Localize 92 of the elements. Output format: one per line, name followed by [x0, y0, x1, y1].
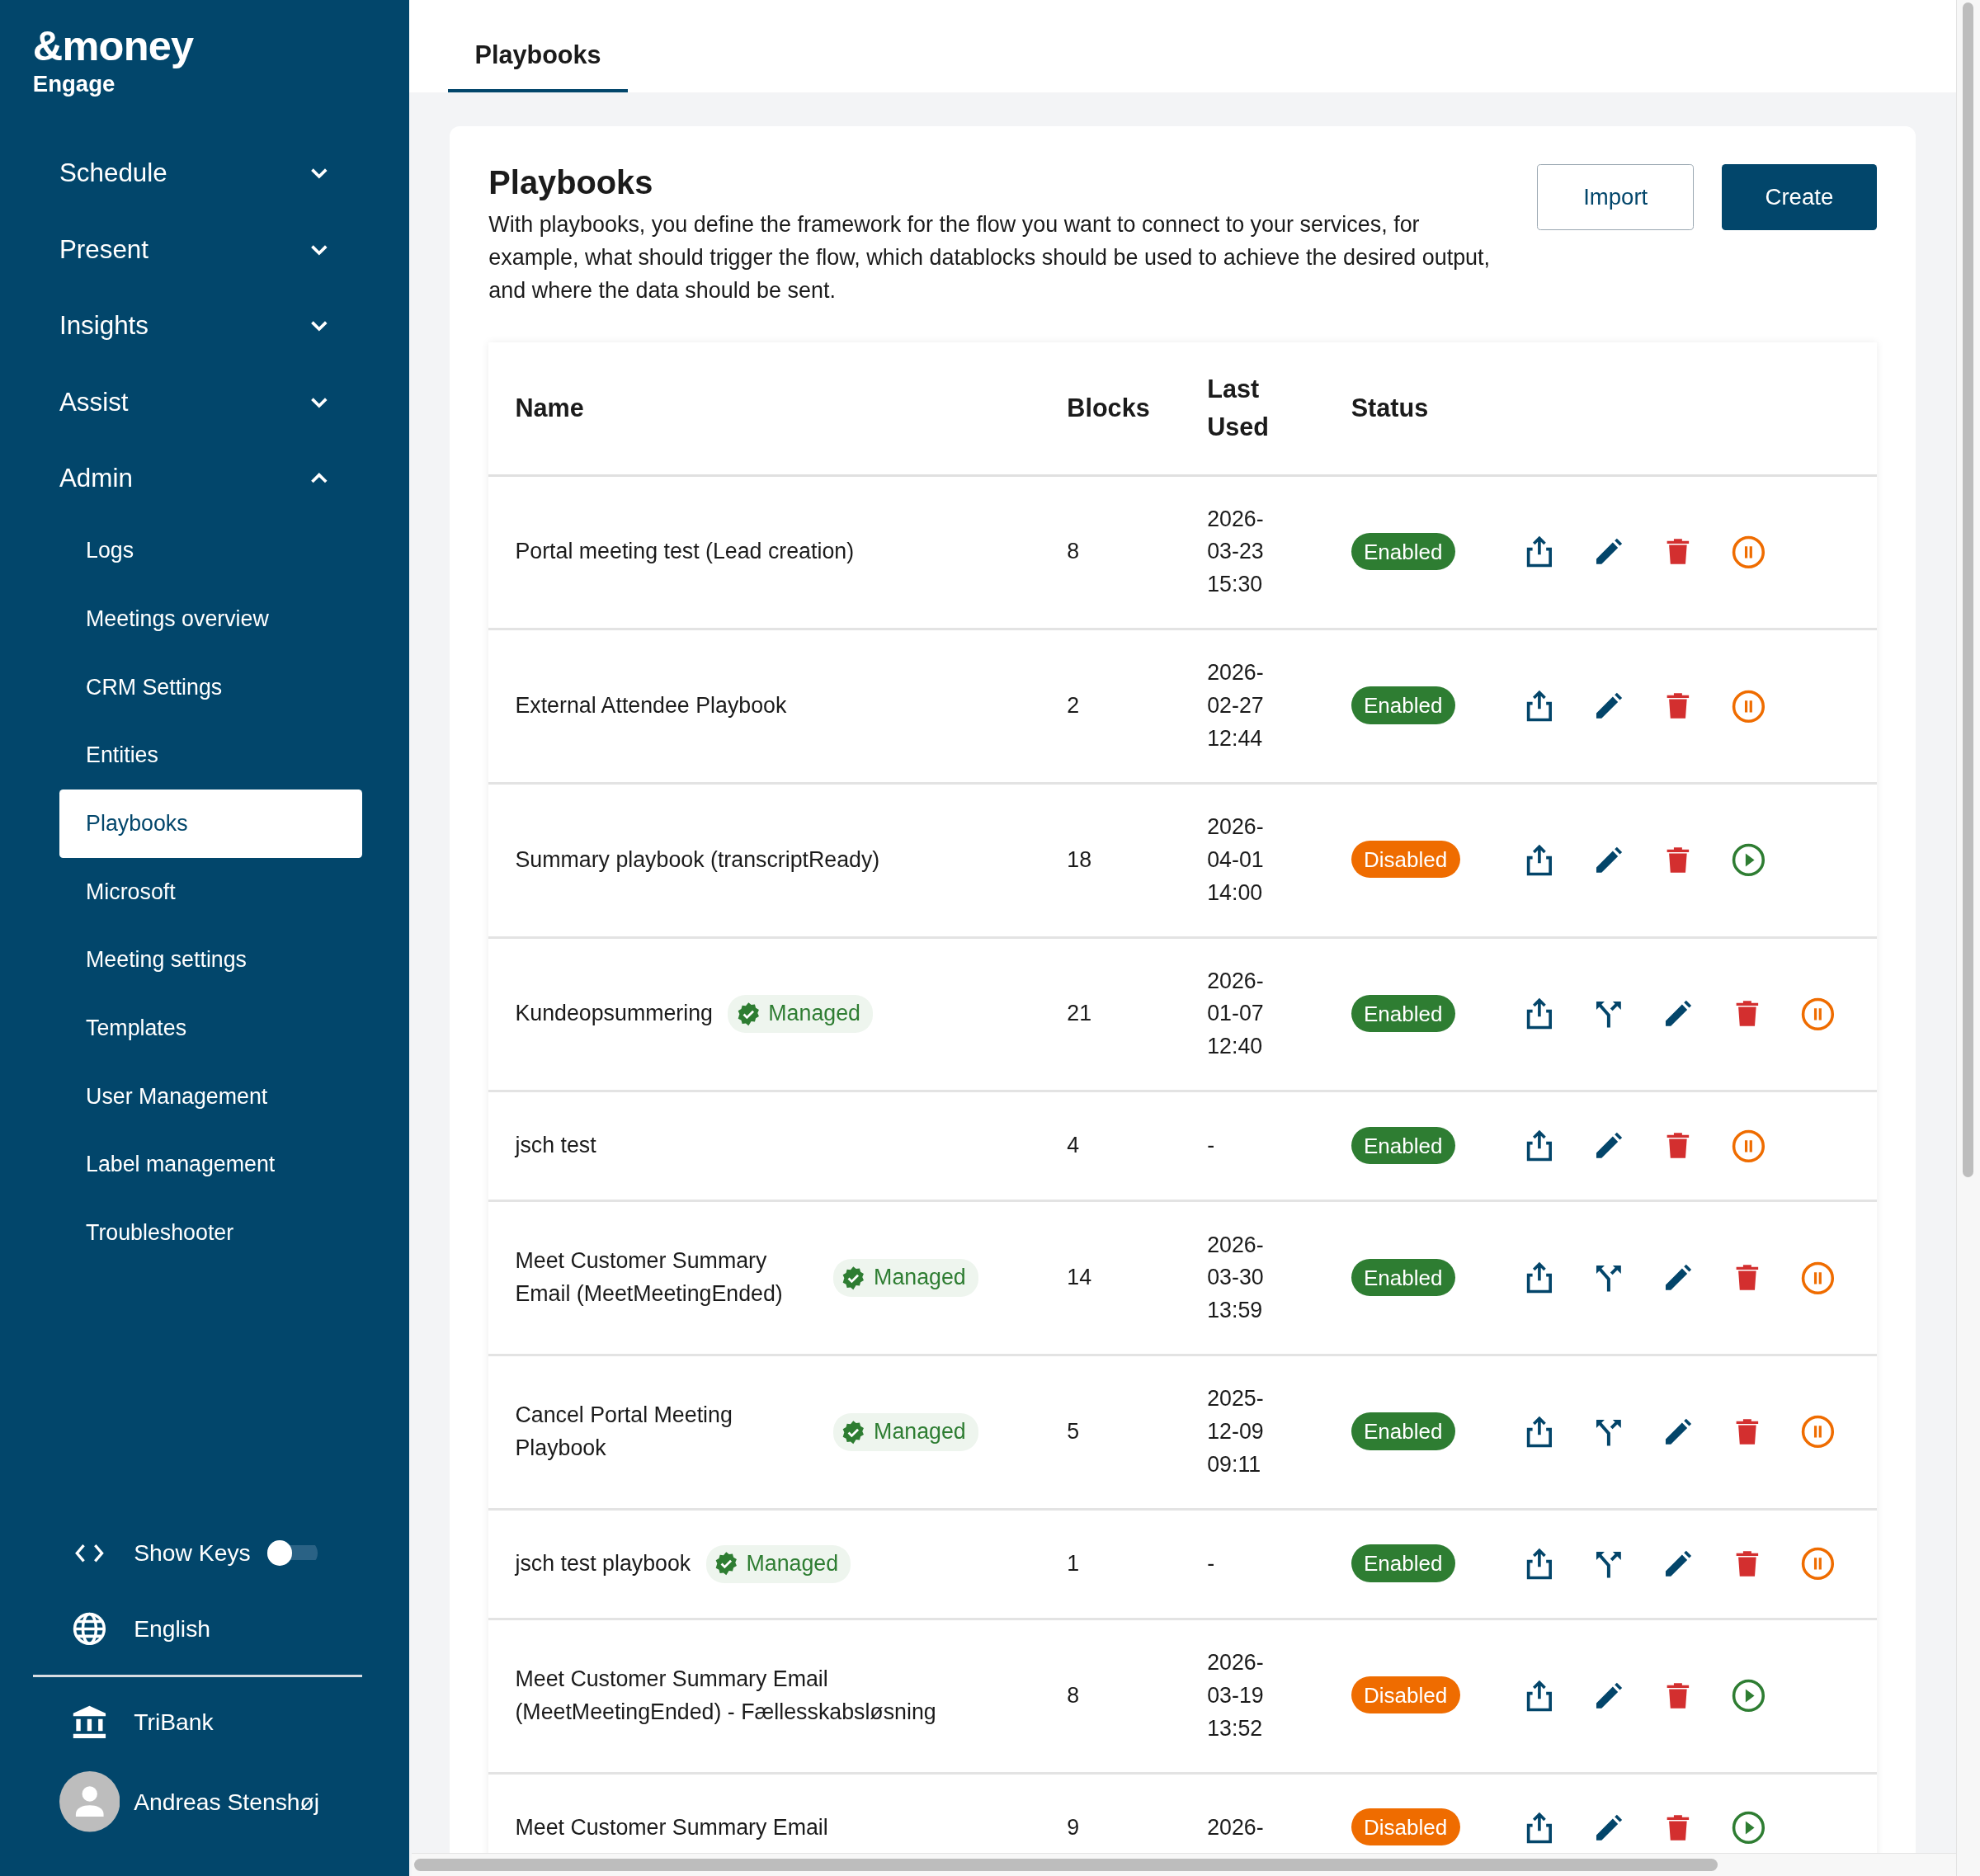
column-header: Name	[515, 393, 584, 422]
status-badge: Disabled	[1351, 1808, 1460, 1846]
managed-badge: Managed	[705, 1544, 851, 1583]
last-used-date: 2026-04-01 14:00	[1207, 813, 1265, 907]
playbook-name: Cancel Portal Meeting Playbook	[515, 1402, 733, 1462]
nav-section[interactable]: Schedule	[0, 134, 409, 212]
last-used-date: 2025-12-09 09:11	[1207, 1385, 1265, 1478]
pause-icon[interactable]	[1800, 1260, 1836, 1296]
nav-section[interactable]: Insights	[0, 287, 409, 365]
playbook-name: Meet Customer Summary Email	[515, 1813, 828, 1841]
playbook-name: jsch test playbook	[515, 1549, 691, 1577]
tab[interactable]: Playbooks	[448, 0, 628, 92]
play-icon[interactable]	[1731, 1678, 1767, 1714]
playbook-name: jsch test	[515, 1132, 596, 1160]
last-used-date: 2026-03-19 13:52	[1207, 1649, 1265, 1742]
logo: &money	[32, 22, 195, 68]
blocks-count: 9	[1067, 1814, 1080, 1840]
user-name: Andreas Stenshøj	[134, 1788, 320, 1816]
blocks-count: 14	[1067, 1265, 1092, 1290]
pause-icon[interactable]	[1731, 688, 1767, 724]
status-badge: Enabled	[1351, 1126, 1455, 1164]
nav-item[interactable]: Microsoft	[59, 857, 363, 926]
status-badge: Enabled	[1351, 686, 1455, 724]
play-icon[interactable]	[1731, 842, 1767, 879]
last-used-date: 2026-	[1207, 1813, 1265, 1841]
verified-icon	[841, 1419, 866, 1445]
managed-badge: Managed	[833, 1412, 979, 1451]
blocks-count: 1	[1067, 1550, 1080, 1576]
nav-section[interactable]: Admin	[0, 441, 409, 517]
last-used-date: 2026-03-23 15:30	[1207, 505, 1265, 599]
product-name: Engage	[32, 70, 116, 97]
horizontal-scrollbar[interactable]	[411, 1852, 1957, 1876]
blocks-count: 2	[1067, 693, 1080, 719]
pause-icon[interactable]	[1800, 996, 1836, 1032]
playbook-name: Portal meeting test (Lead creation)	[515, 538, 855, 566]
pause-icon[interactable]	[1800, 1414, 1836, 1450]
status-badge: Enabled	[1351, 532, 1455, 571]
nav-item[interactable]: Entities	[59, 721, 363, 790]
nav-section[interactable]: Present	[0, 211, 409, 288]
nav-item[interactable]: Playbooks	[59, 790, 363, 858]
blocks-count: 8	[1067, 1682, 1080, 1708]
pause-icon[interactable]	[1800, 1546, 1836, 1582]
managed-badge: Managed	[833, 1259, 979, 1298]
nav-item[interactable]: Logs	[59, 516, 363, 586]
playbook-name: Meet Customer Summary Email (MeetMeetingEnded) - Fællesskabsløsning	[515, 1665, 937, 1726]
column-header: Blocks	[1067, 393, 1150, 422]
last-used-date: 2026-03-30 13:59	[1207, 1231, 1265, 1325]
playbook-name: Meet Customer Summary Email (MeetMeetingEnded)	[515, 1247, 784, 1308]
nav-item[interactable]: CRM Settings	[59, 653, 363, 722]
playbook-name: Summary playbook (transcriptReady)	[515, 846, 880, 874]
status-badge: Disabled	[1351, 841, 1460, 879]
status-badge: Enabled	[1351, 1258, 1455, 1296]
last-used-date: -	[1207, 1132, 1216, 1160]
nav-section[interactable]: Assist	[0, 364, 409, 441]
show-keys-label: Show Keys	[134, 1539, 251, 1567]
column-header: Status	[1351, 393, 1429, 422]
globe-icon	[72, 1611, 108, 1647]
status-badge: Enabled	[1351, 1544, 1455, 1582]
status-badge: Enabled	[1351, 1412, 1455, 1450]
pause-icon[interactable]	[1731, 1128, 1767, 1164]
column-header: Last Used	[1207, 375, 1270, 441]
last-used-date: 2026-02-27 12:44	[1207, 659, 1265, 752]
nav-item[interactable]: Meeting settings	[59, 926, 363, 995]
last-used-date: -	[1207, 1549, 1216, 1577]
play-icon[interactable]	[1731, 1810, 1767, 1846]
nav-item[interactable]: Label management	[59, 1130, 363, 1199]
blocks-count: 5	[1067, 1418, 1080, 1444]
blocks-count: 18	[1067, 846, 1092, 872]
import-button[interactable]: Import	[1537, 163, 1695, 230]
verified-icon	[841, 1265, 866, 1291]
language-selector[interactable]: English	[0, 1591, 409, 1667]
blocks-count: 8	[1067, 539, 1080, 564]
page-description: With playbooks, you define the framework for the flow you want to connect to your services, for example, what should trigger the flow, which datablocks should be used to achieve the desired output, and where the data should be sent.	[488, 211, 1492, 304]
create-button[interactable]: Create	[1721, 163, 1877, 230]
organization-name: TriBank	[134, 1709, 214, 1737]
avatar-icon	[59, 1771, 120, 1832]
page-title: Playbooks	[488, 163, 654, 201]
nav-item[interactable]: Templates	[59, 994, 363, 1063]
nav-item[interactable]: User Management	[59, 1062, 363, 1131]
status-badge: Enabled	[1351, 994, 1455, 1033]
last-used-date: 2026-01-07 12:40	[1207, 967, 1265, 1061]
bank-icon	[72, 1704, 108, 1741]
playbook-name: External Attendee Playbook	[515, 692, 787, 720]
blocks-count: 21	[1067, 1001, 1092, 1026]
nav-item[interactable]: Troubleshooter	[59, 1199, 363, 1267]
nav-item[interactable]: Meetings overview	[59, 585, 363, 653]
pause-icon[interactable]	[1731, 534, 1767, 570]
vertical-scrollbar[interactable]	[1956, 0, 1980, 1876]
playbook-name: Kundeopsummering	[515, 1000, 713, 1028]
status-badge: Disabled	[1351, 1676, 1460, 1714]
blocks-count: 4	[1067, 1133, 1080, 1158]
managed-badge: Managed	[728, 995, 874, 1034]
